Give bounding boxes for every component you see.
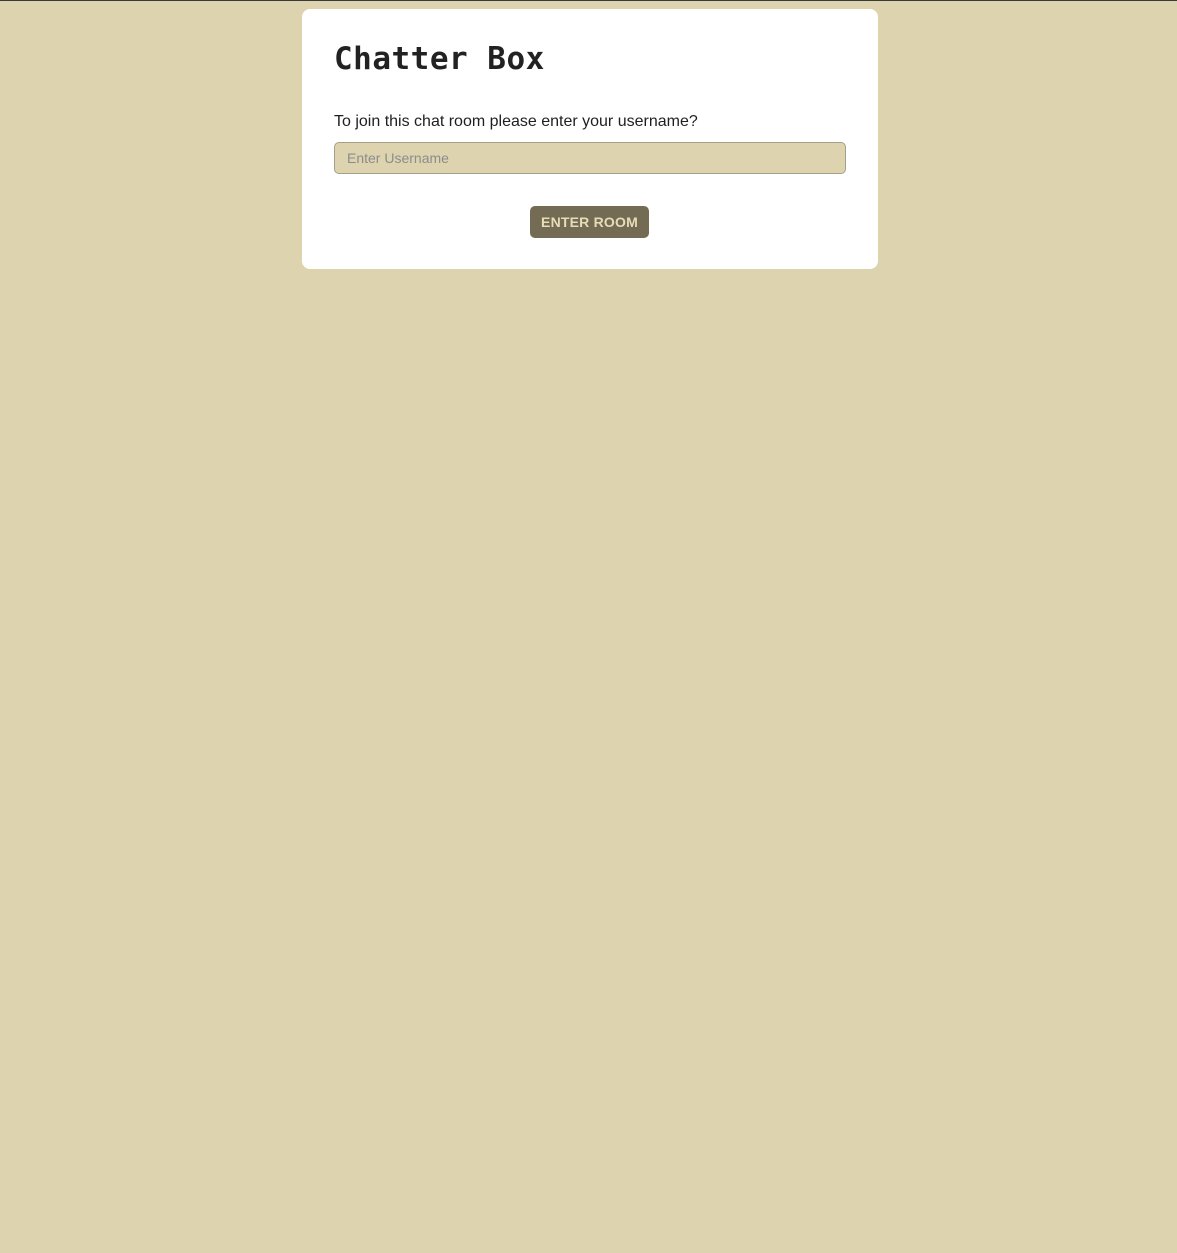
join-room-card: Chatter Box To join this chat room pleas… <box>302 9 878 269</box>
username-input[interactable] <box>334 142 846 174</box>
enter-room-button[interactable]: ENTER ROOM <box>530 206 649 238</box>
app-title: Chatter Box <box>334 41 545 77</box>
username-prompt: To join this chat room please enter your… <box>334 113 698 130</box>
